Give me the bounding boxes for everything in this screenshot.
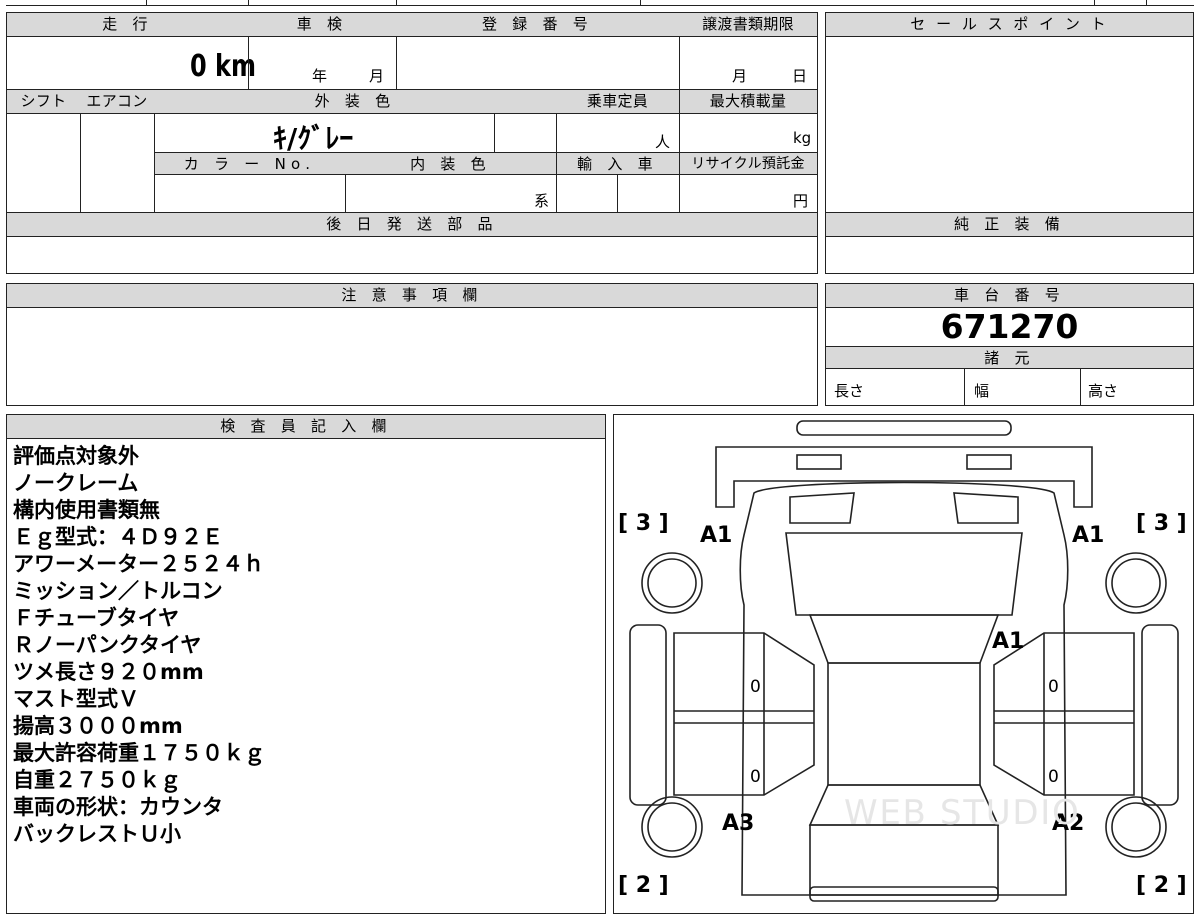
top-remnant-divider	[248, 0, 249, 6]
cowl-shape	[808, 614, 1000, 664]
exterior-color-value: ｷ/ｸﾞﾚｰ	[273, 122, 354, 155]
transfer-deadline-header: 譲渡書類期限	[679, 13, 817, 37]
length-label: 長さ	[834, 382, 865, 400]
chassis-no-header: 車 台 番 号	[826, 284, 1193, 308]
headlight-left-shape	[796, 454, 842, 470]
top-remnant-divider	[1094, 0, 1095, 6]
vehicle-diagram-block: [ 3 ] [ 3 ] [ 2 ] [ 2 ] A1 A1 A1 A3 A2 0…	[613, 414, 1194, 914]
inspector-note: マスト型式Ｖ	[13, 687, 139, 711]
wheel-front-left-shape	[641, 552, 703, 614]
right-rail-shape	[1141, 624, 1179, 806]
max-load-unit: kg	[793, 129, 812, 147]
inspector-block: 検 査 員 記 入 欄 評価点対象外 ノークレーム 構内使用書類無 Ｅｇ型式：４…	[6, 414, 606, 914]
color-no-header: カ ラ ー No.	[154, 152, 345, 175]
left-rail-shape	[629, 624, 667, 806]
top-remnant-divider	[640, 0, 641, 6]
zero-mark: 0	[750, 767, 761, 787]
mirror-right-shape	[953, 492, 1019, 524]
shaken-header: 車 検	[248, 13, 396, 37]
inspector-note: 最大許容荷重１７５０ｋｇ	[13, 741, 265, 765]
registration-header: 登 録 番 号	[396, 13, 679, 37]
chassis-no-value: 671270	[940, 307, 1079, 346]
inspector-note: Ｅｇ型式：４Ｄ９２Ｅ	[13, 525, 223, 549]
bracket-rear-right: [ 2 ]	[1136, 873, 1187, 898]
shaken-year-unit: 年	[312, 67, 328, 85]
top-remnant-line	[6, 0, 1194, 6]
mirror-left-shape	[789, 492, 855, 524]
roof-shape	[827, 662, 981, 786]
bracket-front-right: [ 3 ]	[1136, 511, 1187, 536]
inspector-note: ノークレーム	[13, 471, 139, 495]
windshield-shape	[785, 532, 1023, 616]
mark-windshield: A1	[992, 629, 1025, 654]
watermark-text: WEB STUDIO	[844, 793, 1081, 833]
wheel-rear-right-shape	[1105, 796, 1167, 858]
zero-mark: 0	[1048, 677, 1059, 697]
aircon-header: エアコン	[80, 90, 154, 114]
interior-color-header: 内 装 色	[345, 152, 556, 175]
top-remnant-divider	[396, 0, 397, 6]
zero-mark: 0	[1048, 767, 1059, 787]
sales-point-block: セ ー ル ス ポ イ ン ト 純 正 装 備	[825, 12, 1194, 274]
specs-header: 諸 元	[826, 346, 1193, 369]
capacity-header: 乗車定員	[556, 90, 679, 114]
mark-rear-left: A3	[722, 811, 755, 836]
inspector-note: Ｆチューブタイヤ	[13, 606, 180, 630]
wheel-front-right-shape	[1105, 552, 1167, 614]
zero-mark: 0	[750, 677, 761, 697]
body-outline-shape	[739, 481, 1069, 896]
inspector-notes-list: 評価点対象外 ノークレーム 構内使用書類無 Ｅｇ型式：４Ｄ９２Ｅ アワーメーター…	[13, 443, 265, 848]
width-label: 幅	[974, 382, 990, 400]
notes-block: 注 意 事 項 欄	[6, 283, 818, 406]
mark-front-left: A1	[700, 523, 733, 548]
vehicle-diagram	[629, 420, 1179, 902]
inspector-note: 評価点対象外	[13, 444, 139, 468]
exterior-color-header: 外 装 色	[154, 90, 556, 114]
inspector-note: アワーメーター２５２４ｈ	[13, 552, 265, 576]
headlight-right-shape	[966, 454, 1012, 470]
wheel-rear-left-shape	[641, 796, 703, 858]
sales-point-header: セ ー ル ス ポ イ ン ト	[826, 13, 1193, 37]
mileage-value: 0 km	[190, 49, 257, 84]
genuine-equipment-header: 純 正 装 備	[826, 213, 1193, 237]
chassis-block: 車 台 番 号 671270 諸 元 長さ 幅 高さ	[825, 283, 1194, 406]
inspector-note: 揚高３０００mm	[13, 714, 183, 738]
inspector-note: 構内使用書類無	[13, 498, 160, 522]
recycle-unit: 円	[793, 192, 809, 210]
max-load-header: 最大積載量	[679, 90, 817, 114]
inspector-note: Ｒノーパンクタイヤ	[13, 633, 202, 657]
inspector-note: 車両の形状：カウンタ	[13, 795, 223, 819]
inspector-header: 検 査 員 記 入 欄	[7, 415, 605, 439]
shift-header: シフト	[7, 90, 80, 114]
inspector-note: バックレストＵ小	[13, 822, 181, 846]
interior-color-unit: 系	[534, 192, 550, 210]
recycle-header: リサイクル預託金	[679, 152, 817, 175]
height-label: 高さ	[1088, 382, 1119, 400]
inspector-note: ツメ長さ９２０mm	[13, 660, 204, 684]
imported-header: 輸 入 車	[556, 152, 679, 175]
later-parts-header: 後 日 発 送 部 品	[7, 213, 817, 237]
vehicle-info-block: 走 行 車 検 登 録 番 号 譲渡書類期限 0 km 年 月 月 日 シフト …	[6, 12, 818, 274]
shaken-month-unit: 月	[369, 67, 385, 85]
front-bumper-shape	[796, 420, 1012, 436]
trunk-shape	[809, 824, 999, 896]
inspector-note: 自重２７５０ｋｇ	[13, 768, 181, 792]
notes-header: 注 意 事 項 欄	[7, 284, 817, 308]
deadline-day-unit: 日	[792, 67, 808, 85]
hood-shape	[715, 446, 1093, 508]
inspector-note: ミッション／トルコン	[13, 579, 223, 603]
mark-front-right: A1	[1072, 523, 1105, 548]
capacity-unit: 人	[655, 133, 671, 151]
rear-bumper-shape	[809, 886, 999, 902]
top-remnant-divider	[146, 0, 147, 6]
bracket-rear-left: [ 2 ]	[618, 873, 669, 898]
top-remnant-divider	[1146, 0, 1147, 6]
deadline-month-unit: 月	[732, 67, 748, 85]
bracket-front-left: [ 3 ]	[618, 511, 669, 536]
mileage-header: 走 行	[7, 13, 248, 37]
